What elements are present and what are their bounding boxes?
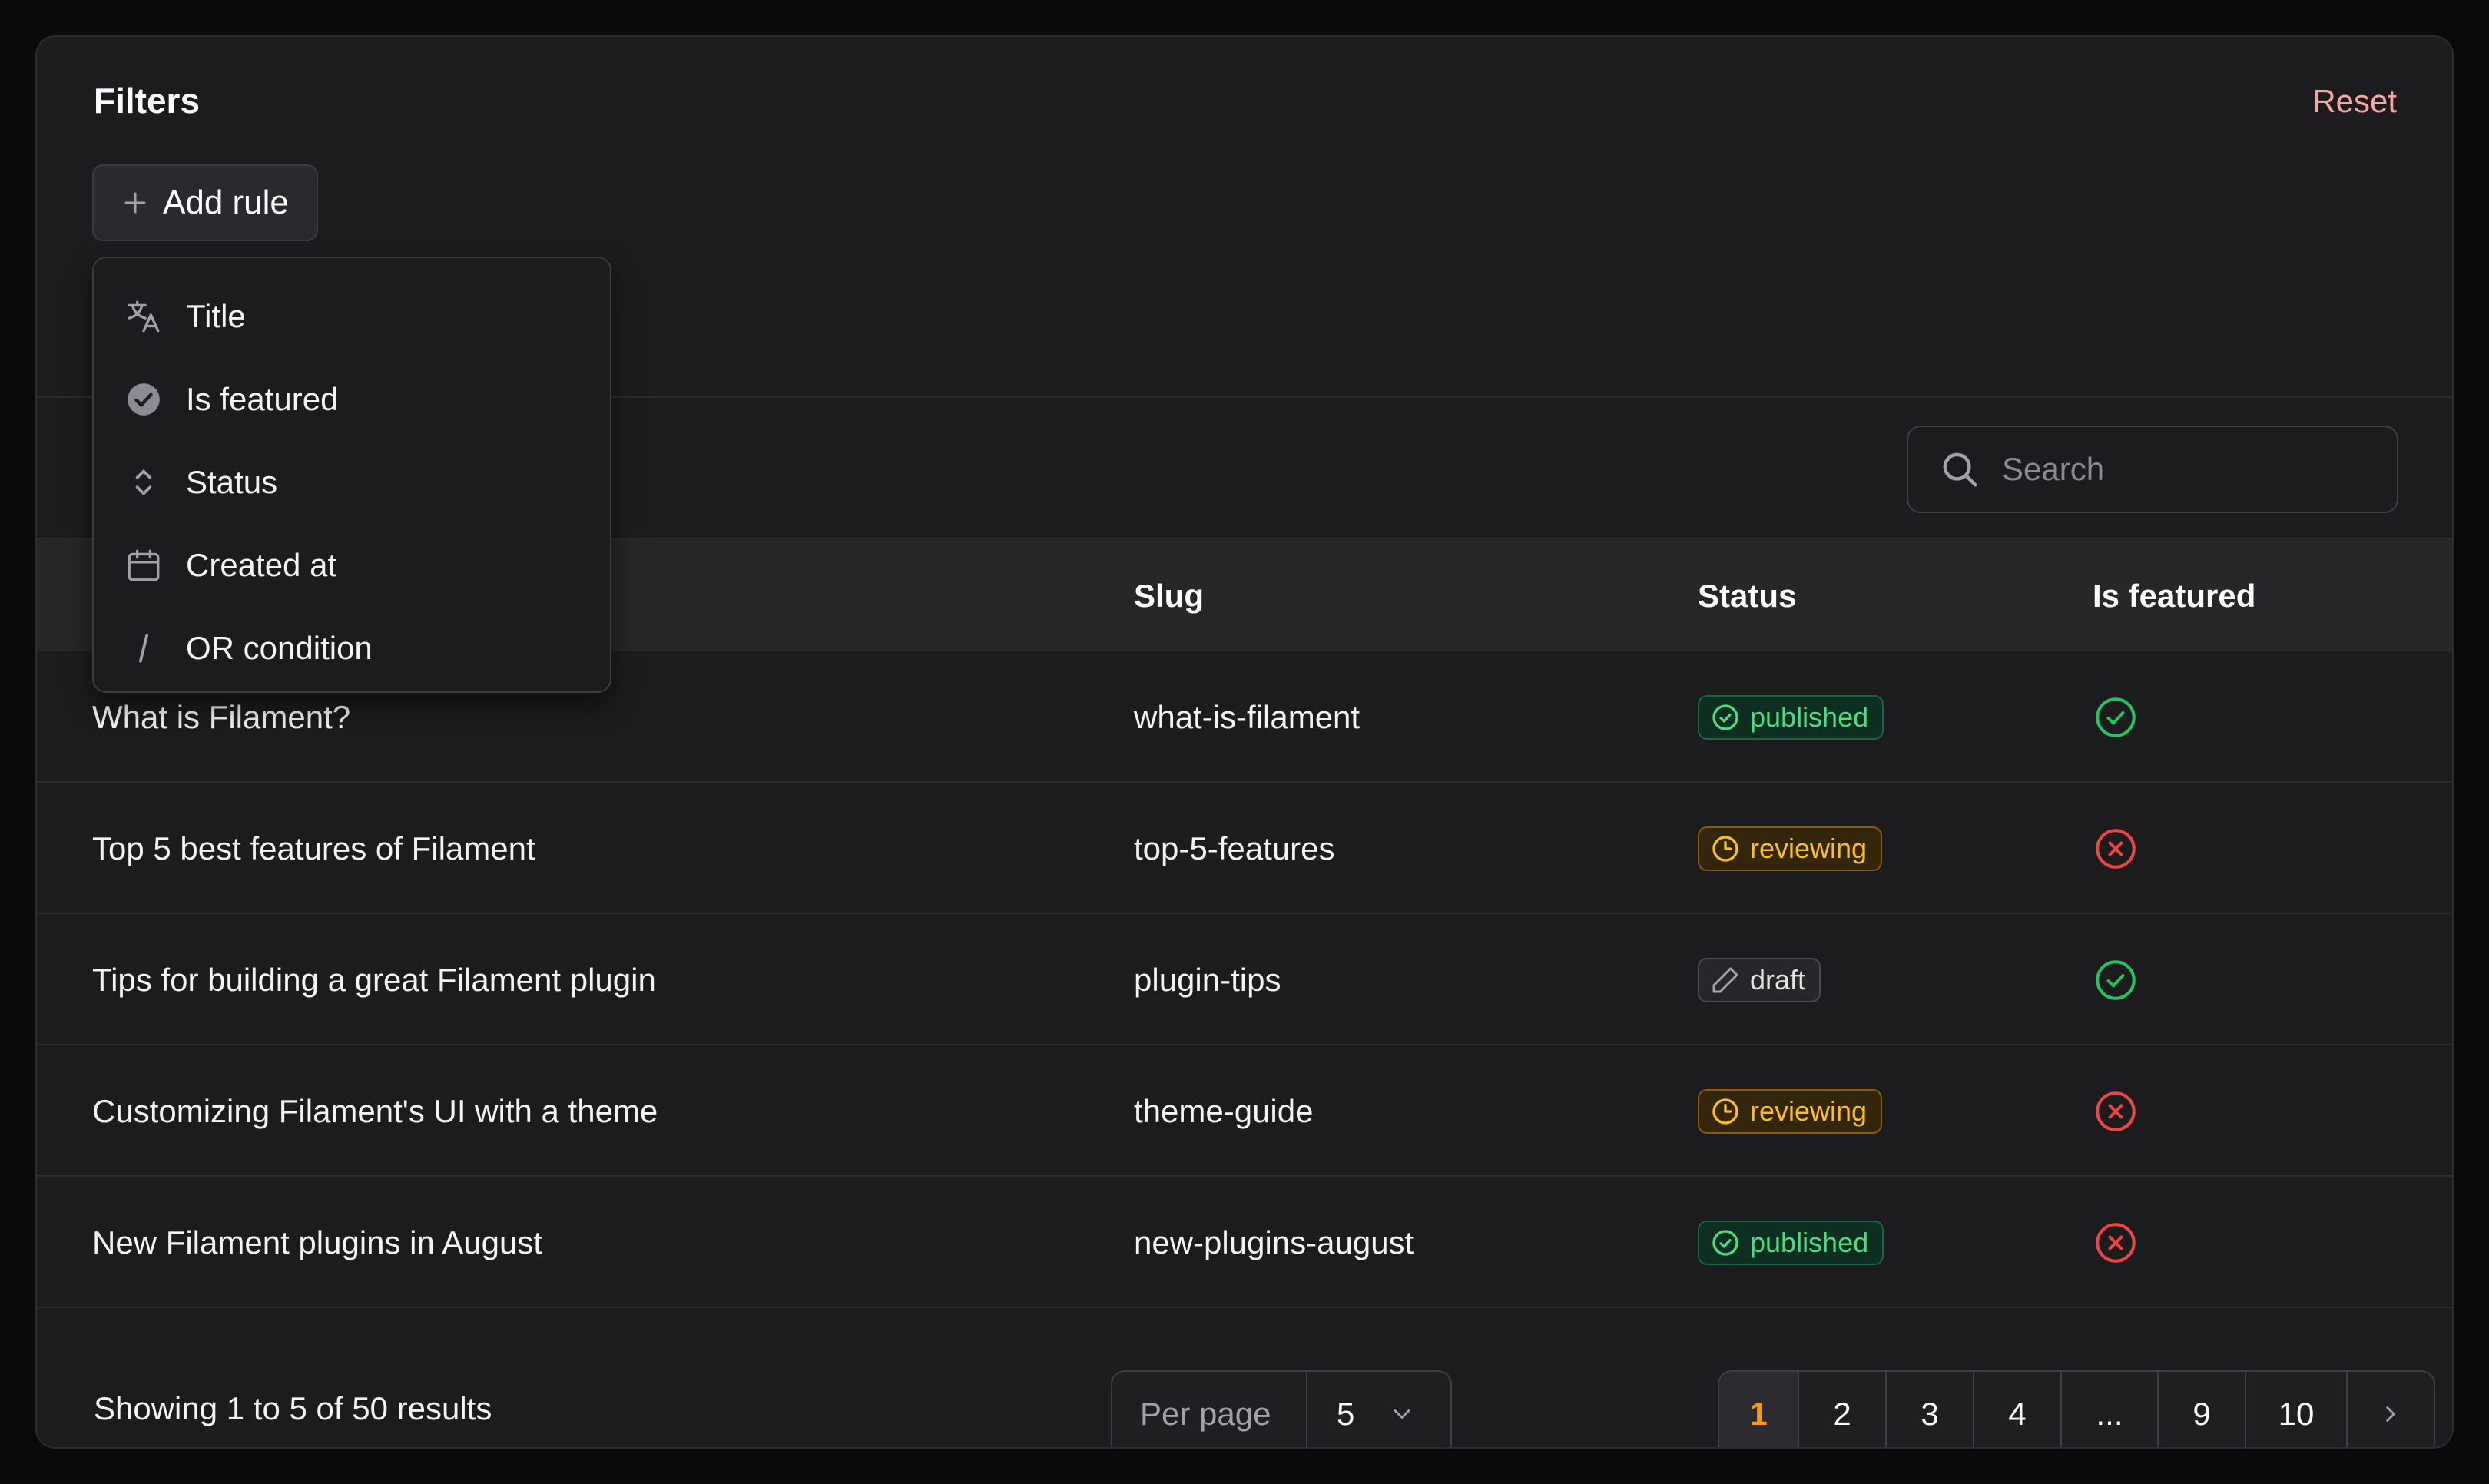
table-row[interactable]: Customizing Filament's UI with a theme th… [37, 1045, 2452, 1177]
per-page-value: 5 [1337, 1396, 1355, 1432]
page-button-9[interactable]: 9 [2159, 1372, 2246, 1447]
cell-status: reviewing [1698, 783, 1883, 914]
pagination: 1 2 3 4 ... 9 10 [1718, 1370, 2435, 1447]
status-badge: published [1698, 694, 1884, 740]
pencil-icon [1712, 967, 1738, 992]
search-field[interactable] [1907, 426, 2398, 513]
cell-slug: plugin-tips [1134, 961, 1281, 998]
search-icon [1943, 452, 1977, 487]
add-rule-label: Add rule [163, 184, 289, 221]
rule-option-or-condition[interactable]: OR condition [94, 607, 610, 690]
status-badge: published [1698, 1220, 1884, 1265]
filters-title: Filters [94, 81, 201, 121]
check-circle-icon [2096, 959, 2136, 1000]
table-row[interactable]: Tips for building a great Filament plugi… [37, 914, 2452, 1045]
cell-status: draft [1698, 914, 1821, 1045]
cell-title: Tips for building a great Filament plugi… [92, 961, 656, 998]
next-page-button[interactable] [2348, 1372, 2434, 1447]
status-badge-label: published [1750, 1226, 1869, 1258]
check-circle-icon [2096, 697, 2136, 737]
per-page-control: Per page 5 [1111, 1370, 1452, 1447]
page-button-1[interactable]: 1 [1719, 1372, 1799, 1447]
per-page-select[interactable]: 5 [1307, 1372, 1450, 1447]
cell-is-featured [2093, 1045, 2139, 1177]
cell-slug: theme-guide [1134, 1092, 1314, 1129]
cell-is-featured [2093, 651, 2139, 783]
slash-icon [138, 634, 149, 663]
status-badge: reviewing [1698, 826, 1883, 871]
check-circle-icon [1712, 1229, 1738, 1256]
check-circle-icon [128, 383, 160, 416]
cell-status: published [1698, 651, 1884, 783]
status-badge: draft [1698, 957, 1821, 1002]
rule-option-created-at[interactable]: Created at [94, 524, 610, 607]
page-button-2[interactable]: 2 [1799, 1372, 1887, 1447]
cell-status: published [1698, 1177, 1884, 1308]
column-header-slug[interactable]: Slug [1134, 539, 1204, 653]
chevron-right-icon [2386, 1406, 2395, 1422]
rule-option-label: Title [186, 298, 246, 334]
cell-is-featured [2093, 783, 2139, 914]
results-summary: Showing 1 to 5 of 50 results [94, 1390, 492, 1426]
filters-table-panel: Filters Reset Add rule Slug Status Is fe… [35, 35, 2454, 1449]
cell-title: Top 5 best features of Filament [92, 830, 535, 866]
check-circle-icon [1712, 704, 1738, 730]
page-ellipsis: ... [2062, 1372, 2159, 1447]
cell-slug: new-plugins-august [1134, 1224, 1414, 1260]
column-header-is-featured[interactable]: Is featured [2093, 539, 2255, 653]
rule-option-label: Is featured [186, 381, 339, 417]
rule-option-is-featured[interactable]: Is featured [94, 358, 610, 441]
cell-title: New Filament plugins in August [92, 1224, 542, 1260]
page-button-3[interactable]: 3 [1887, 1372, 1974, 1447]
cell-slug: top-5-features [1134, 830, 1335, 866]
reset-button[interactable]: Reset [2312, 83, 2397, 120]
status-badge-label: published [1750, 701, 1869, 733]
cell-is-featured [2093, 914, 2139, 1045]
x-circle-icon [2096, 1222, 2136, 1263]
status-badge-label: reviewing [1750, 1095, 1868, 1127]
rule-option-label: OR condition [186, 630, 373, 666]
add-rule-button[interactable]: Add rule [92, 164, 318, 241]
rule-option-status[interactable]: Status [94, 441, 610, 524]
add-rule-dropdown: Title Is featured Status Created at OR c… [92, 257, 611, 693]
table-row[interactable]: New Filament plugins in August new-plugin… [37, 1177, 2452, 1308]
cell-status: reviewing [1698, 1045, 1883, 1177]
status-badge-label: draft [1750, 963, 1806, 995]
clock-icon [1712, 1098, 1738, 1125]
cell-slug: what-is-filament [1134, 698, 1360, 735]
column-header-status[interactable]: Status [1698, 539, 1796, 653]
chevron-down-icon [1394, 1409, 1410, 1419]
clock-icon [1712, 835, 1738, 862]
translate-icon [128, 300, 160, 333]
rule-option-title[interactable]: Title [94, 275, 610, 358]
status-badge: reviewing [1698, 1088, 1883, 1134]
rule-option-label: Created at [186, 547, 337, 583]
x-circle-icon [2096, 1091, 2136, 1131]
status-badge-label: reviewing [1750, 832, 1868, 864]
table-row[interactable]: Top 5 best features of Filament top-5-fea… [37, 783, 2452, 914]
page-button-10[interactable]: 10 [2246, 1372, 2348, 1447]
plus-icon [124, 192, 146, 214]
per-page-label: Per page [1112, 1372, 1307, 1447]
cell-is-featured [2093, 1177, 2139, 1308]
x-circle-icon [2096, 828, 2136, 869]
search-input[interactable] [2002, 451, 2355, 488]
chevron-up-down-icon [135, 469, 152, 495]
calendar-icon [128, 549, 160, 581]
rule-option-label: Status [186, 464, 278, 500]
cell-title: Customizing Filament's UI with a theme [92, 1092, 658, 1129]
page-button-4[interactable]: 4 [1974, 1372, 2062, 1447]
